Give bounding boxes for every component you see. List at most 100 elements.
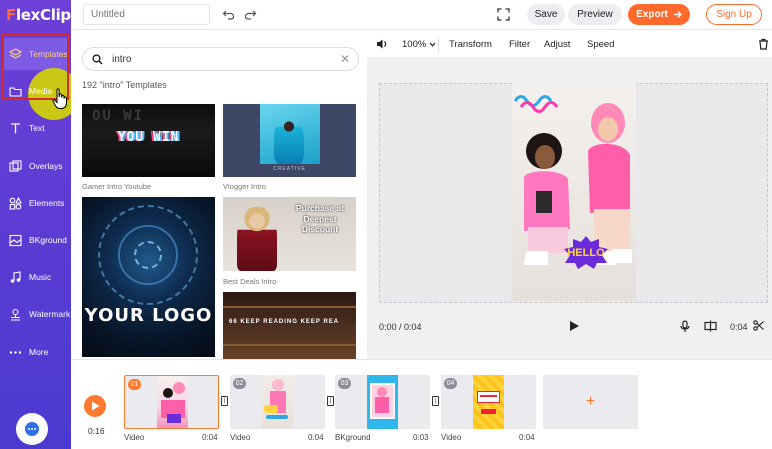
clip-type: Video bbox=[441, 433, 462, 442]
sidebar-item-elements[interactable]: Elements bbox=[4, 187, 68, 219]
sidebar-item-music[interactable]: Music bbox=[4, 261, 68, 293]
total-duration: 0:16 bbox=[88, 426, 105, 436]
flexclip-logo[interactable]: FlexClip bbox=[6, 6, 71, 24]
clip-number: 04 bbox=[444, 378, 457, 389]
sidebar-item-label: Templates bbox=[29, 49, 68, 59]
thumbnail-text: 66 KEEP READING KEEP REA bbox=[229, 319, 340, 325]
clear-search-icon[interactable]: ✕ bbox=[340, 52, 350, 66]
template-search-input[interactable]: intro ✕ bbox=[82, 47, 359, 71]
sign-up-button[interactable]: Sign Up bbox=[706, 4, 762, 25]
timeline-clip-2[interactable]: 02 bbox=[230, 375, 325, 429]
clip-duration: 0:03 bbox=[413, 433, 429, 442]
scissors-icon[interactable] bbox=[753, 320, 764, 334]
play-icon[interactable] bbox=[569, 320, 580, 335]
clip-type: BKground bbox=[335, 433, 371, 442]
chat-icon bbox=[25, 422, 39, 436]
sidebar-item-overlays[interactable]: Overlays bbox=[4, 150, 68, 182]
sidebar-item-more[interactable]: More bbox=[4, 336, 68, 368]
sidebar: FlexClip Templates Media Text Overlays E… bbox=[0, 0, 80, 449]
sidebar-item-label: Elements bbox=[29, 198, 65, 208]
template-label: Best Deals Intro bbox=[223, 277, 277, 286]
export-label: Export bbox=[636, 9, 668, 20]
sidebar-item-label: Overlays bbox=[29, 161, 63, 171]
signup-label: Sign Up bbox=[716, 9, 752, 20]
undo-icon[interactable] bbox=[221, 7, 236, 22]
pointer-hand-icon bbox=[52, 88, 67, 109]
sidebar-item-text[interactable]: Text bbox=[4, 112, 68, 144]
template-thumbnail-keep-reading[interactable]: 66 KEEP READING KEEP REA bbox=[223, 292, 356, 359]
sidebar-item-label: Watermark bbox=[29, 309, 71, 319]
transform-button[interactable]: Transform bbox=[449, 39, 492, 50]
template-thumbnail-vlogger-intro[interactable]: CREATIVE bbox=[223, 104, 356, 177]
decor-shelf bbox=[223, 344, 356, 346]
thumbnail-figure bbox=[237, 207, 277, 271]
clip-thumbnail bbox=[367, 375, 398, 429]
timeline-play-button[interactable] bbox=[84, 395, 106, 417]
split-icon[interactable] bbox=[704, 320, 717, 335]
redo-icon[interactable] bbox=[243, 7, 258, 22]
watermark-icon bbox=[9, 308, 22, 321]
help-chat-button[interactable] bbox=[16, 413, 48, 445]
template-thumbnail-best-deals-intro[interactable]: Purchase at Deepest Discount bbox=[223, 197, 356, 271]
folder-icon bbox=[9, 85, 22, 98]
clip-type: Video bbox=[124, 433, 145, 442]
export-button[interactable]: Export bbox=[628, 4, 690, 25]
save-button[interactable]: Save bbox=[527, 4, 565, 25]
timeline-clip-4[interactable]: 04 bbox=[441, 375, 536, 429]
template-thumbnail-gamer-intro[interactable]: OU WI YOU WIN bbox=[82, 104, 215, 177]
trash-icon[interactable] bbox=[758, 38, 769, 53]
player-controls: 0:00 / 0:04 0:04 bbox=[367, 312, 772, 342]
thumbnail-text: CREATIVE bbox=[273, 166, 306, 172]
sidebar-item-templates[interactable]: Templates bbox=[4, 38, 68, 70]
project-title-input[interactable] bbox=[83, 4, 210, 25]
hello-sticker: HELLO bbox=[564, 236, 608, 269]
search-icon bbox=[92, 53, 103, 65]
top-bar: Save Preview Export Sign Up bbox=[71, 0, 772, 30]
speed-button[interactable]: Speed bbox=[587, 39, 614, 50]
squiggle-decor bbox=[513, 95, 559, 113]
clip-number: 02 bbox=[233, 378, 246, 389]
clip-duration: 0:04 bbox=[519, 433, 535, 442]
transition-button[interactable]: | bbox=[432, 396, 439, 406]
chevron-down-icon bbox=[429, 42, 436, 47]
template-label: Vlogger Intro bbox=[223, 182, 266, 191]
video-preview-frame[interactable]: HELLO bbox=[512, 83, 636, 301]
timeline: 0:16 01 Video 0:04 | 02 Video 0:04 | 03 bbox=[71, 359, 772, 449]
sidebar-item-bkground[interactable]: BKground bbox=[4, 224, 68, 256]
more-dots-icon bbox=[9, 346, 22, 359]
filter-button[interactable]: Filter bbox=[509, 39, 530, 50]
clip-thumbnail bbox=[157, 376, 188, 428]
toolbar-divider bbox=[438, 38, 439, 52]
music-icon bbox=[9, 270, 22, 284]
microphone-icon[interactable] bbox=[680, 320, 690, 336]
transition-button[interactable]: | bbox=[327, 396, 334, 406]
adjust-button[interactable]: Adjust bbox=[544, 39, 570, 50]
sidebar-item-label: Media bbox=[29, 86, 53, 96]
thumbnail-ghost-text: OU WI bbox=[92, 108, 145, 124]
search-value: intro bbox=[112, 53, 132, 65]
zoom-select[interactable]: 100% bbox=[402, 39, 436, 50]
thumbnail-text: YOUR LOGO bbox=[84, 305, 213, 326]
template-thumbnail-logo-intro[interactable]: YOUR LOGO bbox=[82, 197, 215, 357]
arrow-right-icon bbox=[673, 11, 682, 18]
thumbnail-text: YOU WIN bbox=[117, 130, 180, 145]
speaker-icon[interactable] bbox=[376, 38, 389, 53]
sidebar-item-label: Text bbox=[29, 123, 45, 133]
template-count: 192 "intro" Templates bbox=[82, 80, 167, 90]
sidebar-item-watermark[interactable]: Watermark bbox=[4, 298, 71, 330]
playback-time: 0:00 / 0:04 bbox=[379, 322, 422, 332]
sticker-text: HELLO bbox=[567, 247, 605, 259]
add-clip-button[interactable]: + bbox=[543, 375, 638, 429]
fullscreen-icon[interactable] bbox=[496, 7, 511, 22]
elements-icon bbox=[9, 196, 22, 210]
transition-button[interactable]: | bbox=[221, 396, 228, 406]
save-label: Save bbox=[534, 9, 558, 20]
thumbnail-figure bbox=[274, 114, 304, 164]
timeline-clip-1[interactable]: 01 bbox=[124, 375, 219, 429]
text-icon bbox=[9, 122, 22, 135]
decor-ring bbox=[134, 241, 162, 269]
edit-toolbar: 100% Transform Filter Adjust Speed bbox=[367, 31, 772, 58]
timeline-clip-3[interactable]: 03 bbox=[335, 375, 430, 429]
preview-button[interactable]: Preview bbox=[568, 4, 622, 25]
zoom-value: 100% bbox=[402, 39, 427, 50]
